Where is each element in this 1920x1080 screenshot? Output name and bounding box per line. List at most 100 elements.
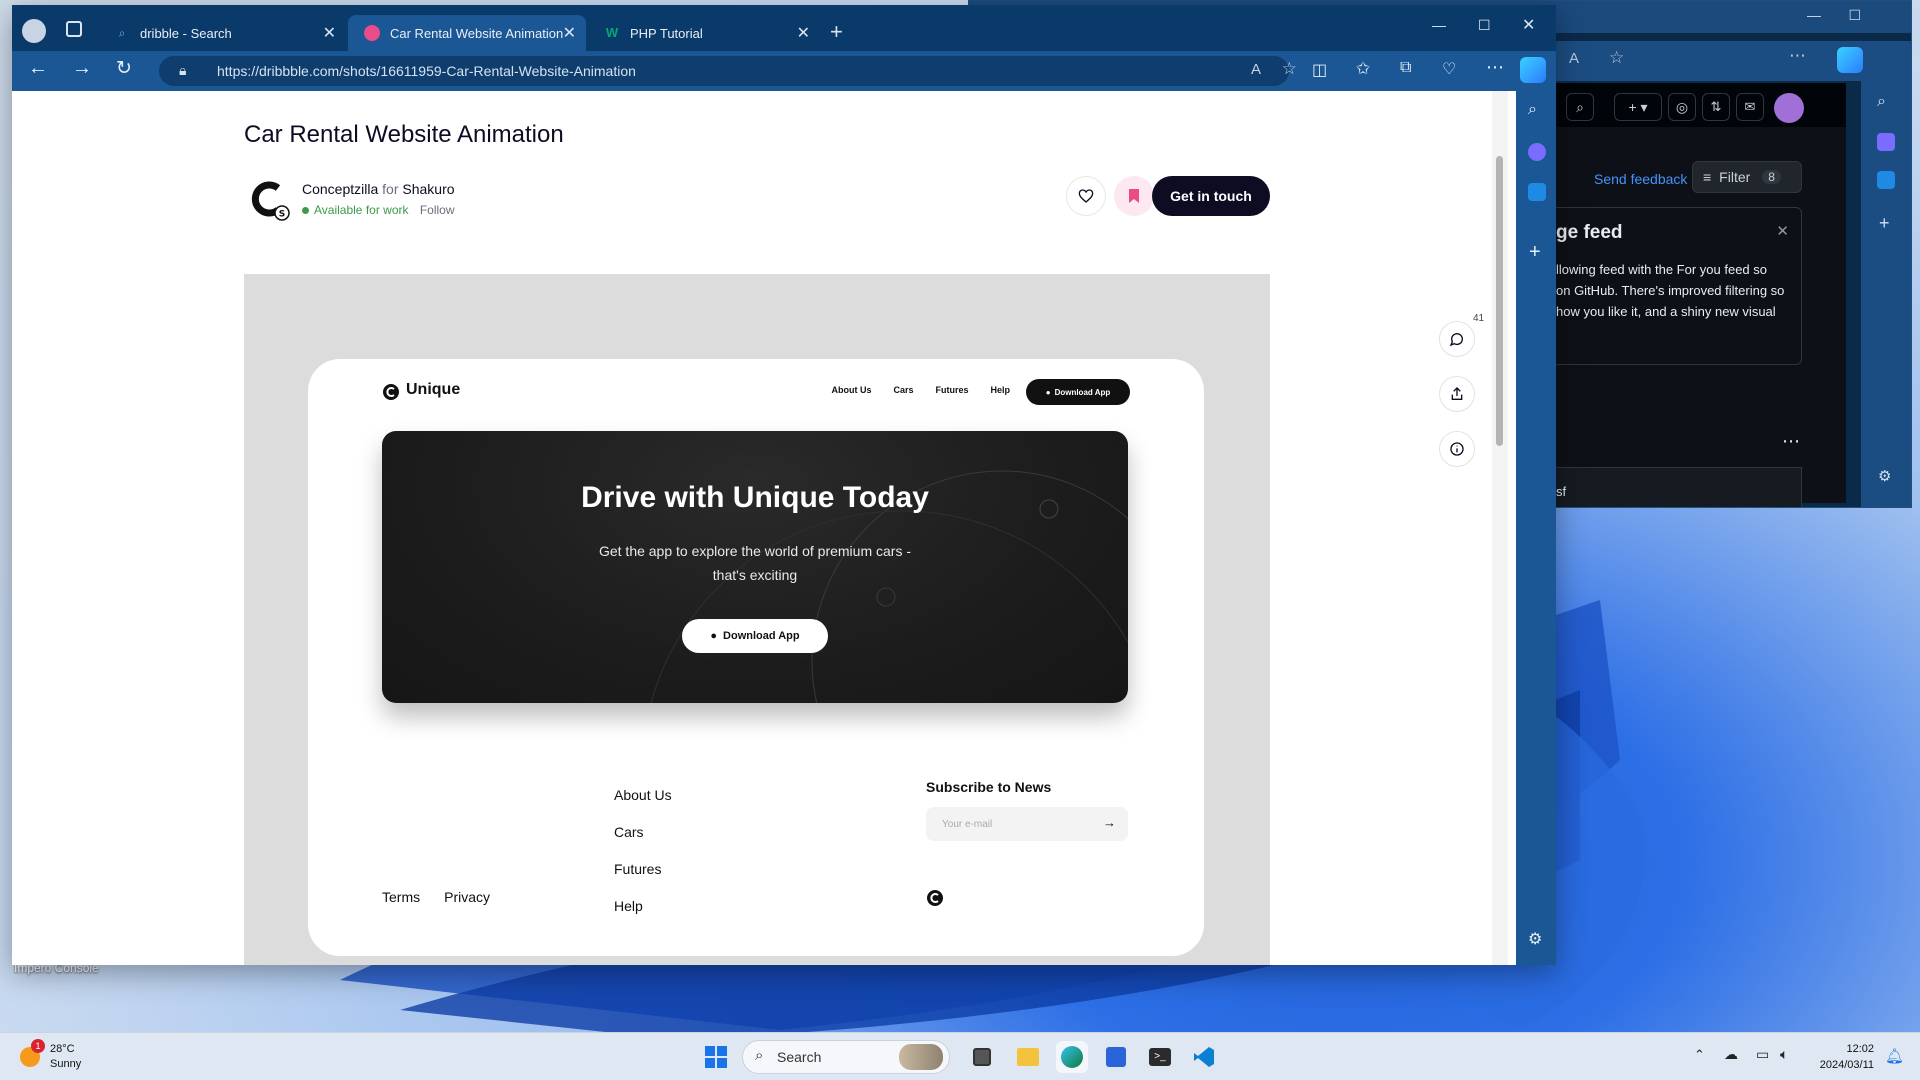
outlook-icon[interactable]	[1528, 183, 1546, 201]
copilot-icon[interactable]	[1520, 57, 1546, 83]
add-icon[interactable]: +	[1529, 241, 1541, 264]
get-in-touch-button[interactable]: Get in touch	[1152, 176, 1270, 216]
search-icon[interactable]: ⌕	[1877, 93, 1886, 111]
mock-download-button: ● Download App	[1026, 379, 1130, 405]
new-tab-icon[interactable]: +	[830, 19, 843, 45]
search-icon[interactable]: ⌕	[1528, 101, 1537, 119]
lock-icon[interactable]: 🔒︎	[179, 62, 186, 79]
github-search-icon[interactable]: ⌕	[1566, 93, 1594, 121]
notification-bell-icon[interactable]: 🔔︎	[1885, 1047, 1904, 1065]
tab-search[interactable]: ⌕ dribble - Search ✕	[98, 15, 346, 51]
filter-button[interactable]: ≡ Filter 8	[1692, 161, 1802, 193]
github-create-icon[interactable]: + ▾	[1614, 93, 1662, 121]
minimize-icon[interactable]: —	[1807, 7, 1821, 23]
outlook-icon[interactable]	[1877, 171, 1895, 189]
settings-icon[interactable]: ⚙	[1528, 929, 1542, 949]
start-button[interactable]	[700, 1041, 732, 1073]
network-icon[interactable]: ▭	[1756, 1046, 1769, 1063]
apple-icon: ●	[710, 630, 718, 642]
github-issues-icon[interactable]: ◎	[1668, 93, 1696, 121]
weather-widget[interactable]: 28°C Sunny	[50, 1042, 81, 1072]
taskbar-search[interactable]: ⌕ Search	[742, 1040, 950, 1074]
close-tab-icon[interactable]: ✕	[323, 23, 336, 43]
refresh-icon[interactable]: ↻	[116, 57, 132, 80]
split-screen-icon[interactable]: ◫	[1312, 60, 1327, 80]
mock-nav-links: About Us Cars Futures Help	[831, 385, 1010, 395]
back-icon[interactable]: ←	[28, 57, 48, 80]
store-button[interactable]	[1100, 1041, 1132, 1073]
tab-php[interactable]: W PHP Tutorial ✕	[588, 15, 820, 51]
address-bar[interactable]: 🔒︎ https://dribbble.com/shots/16611959-C…	[159, 56, 1297, 86]
settings-icon[interactable]: ⚙	[1878, 467, 1891, 485]
close-tab-icon[interactable]: ✕	[797, 23, 810, 43]
more-options-icon[interactable]: ⋯	[1782, 431, 1800, 452]
terminal-button[interactable]: >_	[1144, 1041, 1176, 1073]
page-scrollbar[interactable]	[1492, 91, 1508, 965]
tab-actions-icon[interactable]	[66, 21, 82, 37]
mock-nav-cars: Cars	[893, 385, 914, 395]
mock-email-placeholder: Your e-mail	[942, 818, 993, 830]
w3schools-icon: W	[605, 25, 619, 40]
mock-footer-links: About Us Cars Futures Help	[614, 777, 672, 925]
feed-item[interactable]: sf	[1556, 467, 1802, 507]
onedrive-icon[interactable]: ☁	[1724, 1046, 1738, 1063]
favorites-icon[interactable]: ✩	[1356, 59, 1370, 79]
read-aloud-icon[interactable]: A	[1251, 61, 1261, 78]
close-tab-icon[interactable]: ✕	[563, 23, 576, 43]
profile-avatar[interactable]	[22, 19, 46, 43]
close-icon[interactable]: ✕	[1776, 222, 1789, 240]
follow-link[interactable]: Follow	[420, 203, 455, 217]
comments-button[interactable]	[1439, 321, 1475, 357]
bookmark-icon	[1129, 189, 1139, 203]
mock-website: Unique About Us Cars Futures Help ● Downl…	[308, 359, 1204, 956]
share-icon	[1451, 387, 1463, 400]
copilot-sidebar-icon[interactable]	[1877, 133, 1895, 151]
comment-icon	[1449, 333, 1463, 347]
clock[interactable]: 12:02 2024/03/11	[1820, 1041, 1874, 1073]
feed-text-line: llowing feed with the For you feed so	[1556, 262, 1768, 277]
read-aloud-icon[interactable]: A	[1569, 50, 1579, 67]
github-avatar[interactable]	[1774, 93, 1804, 123]
info-icon	[1450, 442, 1464, 456]
vscode-button[interactable]	[1188, 1041, 1220, 1073]
save-button[interactable]	[1114, 176, 1154, 216]
favorite-star-icon[interactable]: ☆	[1282, 59, 1297, 79]
author-avatar[interactable]: S	[248, 177, 292, 221]
settings-more-icon[interactable]: ⋯	[1486, 57, 1504, 78]
clock-time: 12:02	[1846, 1043, 1874, 1055]
github-pulls-icon[interactable]: ⇅	[1702, 93, 1730, 121]
mock-hero-button: ● Download App	[682, 619, 828, 653]
team-name[interactable]: Shakuro	[402, 181, 454, 197]
mock-footer-privacy: Privacy	[444, 889, 491, 905]
edge-taskbar-button[interactable]	[1056, 1041, 1088, 1073]
collections-icon[interactable]: ⧉	[1400, 59, 1411, 77]
task-view-button[interactable]	[966, 1041, 998, 1073]
info-button[interactable]	[1439, 431, 1475, 467]
maximize-icon[interactable]: ☐	[1478, 17, 1491, 34]
like-button[interactable]	[1066, 176, 1106, 216]
author-name[interactable]: Conceptzilla	[302, 181, 378, 197]
tab-label: Car Rental Website Animation by	[390, 25, 565, 41]
task-view-icon	[973, 1048, 991, 1066]
taskbar-search-label: Search	[777, 1049, 822, 1065]
chevron-up-icon[interactable]: ⌃	[1694, 1047, 1705, 1063]
github-inbox-icon[interactable]: ✉	[1736, 93, 1764, 121]
volume-muted-icon[interactable]: 🔈︎	[1780, 1046, 1788, 1063]
file-explorer-button[interactable]	[1012, 1041, 1044, 1073]
copilot-icon[interactable]	[1837, 47, 1863, 73]
share-button[interactable]	[1439, 376, 1475, 412]
copilot-sidebar-icon[interactable]	[1528, 143, 1546, 161]
forward-icon[interactable]: →	[72, 57, 92, 80]
feed-announcement-card: ge feed ✕ llowing feed with the For you …	[1556, 207, 1802, 365]
add-icon[interactable]: +	[1879, 213, 1890, 234]
favorite-star-icon[interactable]: ☆	[1609, 48, 1624, 68]
browser-essentials-icon[interactable]: ♡	[1442, 59, 1456, 79]
send-feedback-link[interactable]: Send feedback	[1594, 171, 1687, 187]
mock-nav-help: Help	[990, 385, 1010, 395]
scrollbar-thumb[interactable]	[1496, 156, 1503, 446]
close-window-icon[interactable]: ✕	[1522, 15, 1535, 35]
minimize-icon[interactable]: —	[1432, 17, 1446, 33]
maximize-icon[interactable]: ☐	[1848, 7, 1861, 24]
more-icon[interactable]: ⋯	[1789, 46, 1806, 66]
tab-dribbble[interactable]: Car Rental Website Animation by ✕	[348, 15, 586, 51]
